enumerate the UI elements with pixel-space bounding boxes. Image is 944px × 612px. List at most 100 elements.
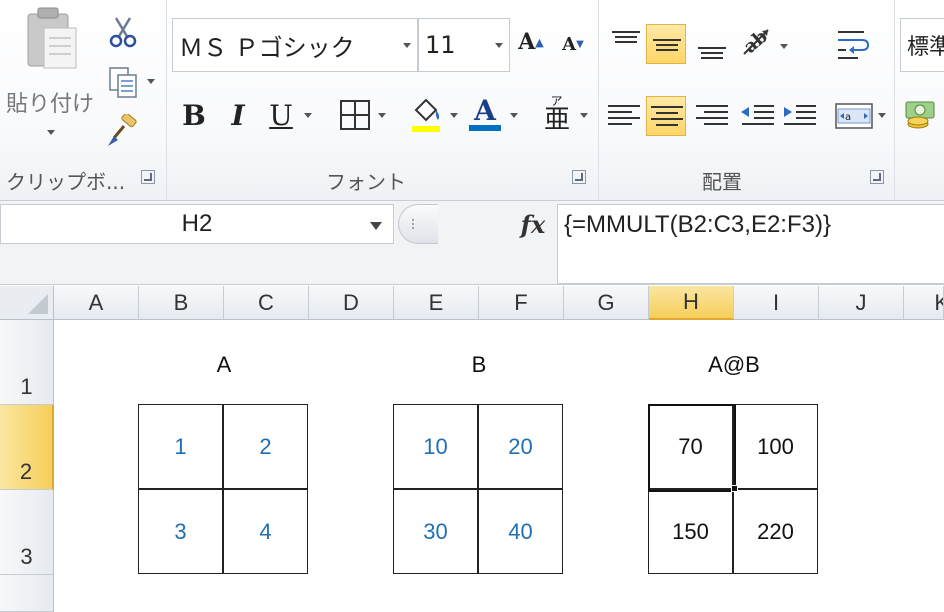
align-left-icon[interactable] bbox=[604, 96, 644, 136]
cell-h3[interactable]: 150 bbox=[648, 489, 733, 574]
font-size-value: 11 bbox=[425, 31, 456, 59]
matrix-b-title[interactable]: B bbox=[394, 352, 564, 378]
fill-color-icon[interactable] bbox=[408, 96, 444, 134]
column-header-d[interactable]: D bbox=[309, 286, 394, 320]
phonetic-char: 亜 bbox=[543, 105, 570, 135]
bold-button[interactable]: B bbox=[178, 96, 210, 134]
orientation-icon[interactable]: ab bbox=[736, 20, 776, 60]
font-size-select[interactable]: 11 bbox=[418, 18, 510, 72]
font-color-swatch bbox=[469, 125, 501, 131]
name-box-value: H2 bbox=[181, 210, 213, 237]
number-format-select[interactable]: 標準 bbox=[900, 18, 944, 72]
column-header-k[interactable]: K bbox=[904, 286, 944, 320]
wrap-text-icon[interactable] bbox=[834, 24, 874, 64]
splitter-grip-icon bbox=[412, 219, 418, 229]
font-color-button[interactable]: A bbox=[466, 92, 504, 136]
font-name-select[interactable]: ＭＳ Ｐゴシック bbox=[172, 18, 418, 72]
column-header-a[interactable]: A bbox=[54, 286, 139, 320]
borders-icon[interactable] bbox=[338, 98, 372, 132]
align-center-icon[interactable] bbox=[646, 96, 686, 136]
formula-input[interactable]: {=MMULT(B2:C3,E2:F3)} bbox=[557, 204, 944, 284]
group-divider bbox=[598, 0, 599, 200]
accounting-format-icon[interactable] bbox=[904, 96, 940, 132]
top-align-icon[interactable] bbox=[606, 24, 646, 64]
font-launcher-icon[interactable] bbox=[572, 170, 586, 184]
cell-b2[interactable]: 1 bbox=[138, 404, 223, 489]
format-painter-icon[interactable] bbox=[106, 112, 140, 148]
insert-function-icon[interactable]: fx bbox=[515, 206, 551, 242]
cut-icon[interactable] bbox=[108, 16, 138, 48]
shrink-font-button[interactable]: A ▼ bbox=[558, 30, 588, 58]
underline-button[interactable]: U bbox=[264, 96, 298, 134]
fill-color-dropdown-arrow[interactable] bbox=[450, 113, 458, 118]
clipboard-group-label: クリップボ... bbox=[6, 170, 126, 194]
select-all-triangle-icon bbox=[28, 294, 48, 314]
column-header-i[interactable]: I bbox=[734, 286, 819, 320]
grow-font-button[interactable]: A ▲ bbox=[516, 26, 546, 58]
column-header-g[interactable]: G bbox=[564, 286, 649, 320]
cell-b3[interactable]: 3 bbox=[138, 489, 223, 574]
column-header-e[interactable]: E bbox=[394, 286, 479, 320]
middle-align-icon[interactable] bbox=[646, 24, 686, 64]
column-header-j[interactable]: J bbox=[819, 286, 904, 320]
paste-dropdown-arrow[interactable] bbox=[47, 130, 55, 135]
font-color-letter: A bbox=[474, 94, 496, 127]
cell-e2[interactable]: 10 bbox=[393, 404, 478, 489]
matrix-ab-title[interactable]: A@B bbox=[649, 352, 819, 378]
group-divider bbox=[894, 0, 895, 200]
svg-text:a: a bbox=[845, 112, 851, 123]
italic-button[interactable]: I bbox=[222, 96, 254, 134]
name-box-dropdown-icon[interactable] bbox=[370, 222, 382, 230]
chevron-down-icon[interactable] bbox=[495, 43, 503, 48]
group-divider bbox=[166, 0, 167, 200]
caret-up-icon: ▲ bbox=[535, 35, 544, 49]
cell-c2[interactable]: 2 bbox=[223, 404, 308, 489]
caret-down-icon: ▼ bbox=[576, 38, 584, 50]
increase-indent-icon[interactable] bbox=[780, 96, 820, 136]
cell-f2[interactable]: 20 bbox=[478, 404, 563, 489]
fill-handle[interactable] bbox=[731, 485, 738, 492]
row-header-1[interactable]: 1 bbox=[0, 320, 54, 405]
formula-bar-splitter[interactable] bbox=[398, 204, 438, 244]
underline-dropdown-arrow[interactable] bbox=[304, 113, 312, 118]
paste-button-label[interactable]: 貼り付け bbox=[6, 86, 94, 118]
row-header-2[interactable]: 2 bbox=[0, 405, 54, 490]
align-right-icon[interactable] bbox=[692, 96, 732, 136]
phonetic-dropdown-arrow[interactable] bbox=[580, 113, 588, 118]
matrix-a-title[interactable]: A bbox=[139, 352, 309, 378]
row-header-3[interactable]: 3 bbox=[0, 490, 54, 575]
alignment-group-label: 配置 bbox=[702, 170, 742, 194]
copy-icon[interactable] bbox=[108, 66, 138, 98]
bottom-align-icon[interactable] bbox=[692, 24, 732, 64]
font-color-dropdown-arrow[interactable] bbox=[510, 113, 518, 118]
borders-dropdown-arrow[interactable] bbox=[378, 113, 386, 118]
column-header-b[interactable]: B bbox=[139, 286, 224, 320]
font-group-label: フォント bbox=[326, 170, 406, 194]
clipboard-launcher-icon[interactable] bbox=[141, 170, 155, 184]
row-header-4[interactable] bbox=[0, 575, 54, 612]
ribbon: 貼り付け クリップボ... ＭＳ Ｐゴシック 11 A ▲ A ▼ B I U … bbox=[0, 0, 944, 201]
column-header-h[interactable]: H bbox=[649, 286, 734, 320]
font-name-value: ＭＳ Ｐゴシック bbox=[179, 33, 355, 62]
merge-dropdown-arrow[interactable] bbox=[878, 113, 886, 118]
alignment-launcher-icon[interactable] bbox=[870, 170, 884, 184]
number-format-value: 標準 bbox=[907, 35, 944, 60]
formula-bar-background bbox=[0, 244, 557, 284]
cell-e3[interactable]: 30 bbox=[393, 489, 478, 574]
paste-icon[interactable] bbox=[24, 6, 80, 72]
column-header-f[interactable]: F bbox=[479, 286, 564, 320]
orientation-dropdown-arrow[interactable] bbox=[780, 44, 788, 49]
cell-i2[interactable]: 100 bbox=[733, 404, 818, 489]
cell-c3[interactable]: 4 bbox=[223, 489, 308, 574]
merge-center-icon[interactable]: a bbox=[834, 96, 874, 136]
cell-i3[interactable]: 220 bbox=[733, 489, 818, 574]
grow-font-letter: A bbox=[518, 29, 536, 55]
copy-dropdown-arrow[interactable] bbox=[147, 79, 155, 84]
column-header-c[interactable]: C bbox=[224, 286, 309, 320]
chevron-down-icon[interactable] bbox=[403, 43, 411, 48]
cell-f3[interactable]: 40 bbox=[478, 489, 563, 574]
decrease-indent-icon[interactable] bbox=[738, 96, 778, 136]
shrink-font-letter: A bbox=[562, 33, 577, 55]
phonetic-guide-button[interactable]: ア 亜 bbox=[540, 92, 574, 136]
name-box[interactable]: H2 bbox=[0, 204, 394, 244]
